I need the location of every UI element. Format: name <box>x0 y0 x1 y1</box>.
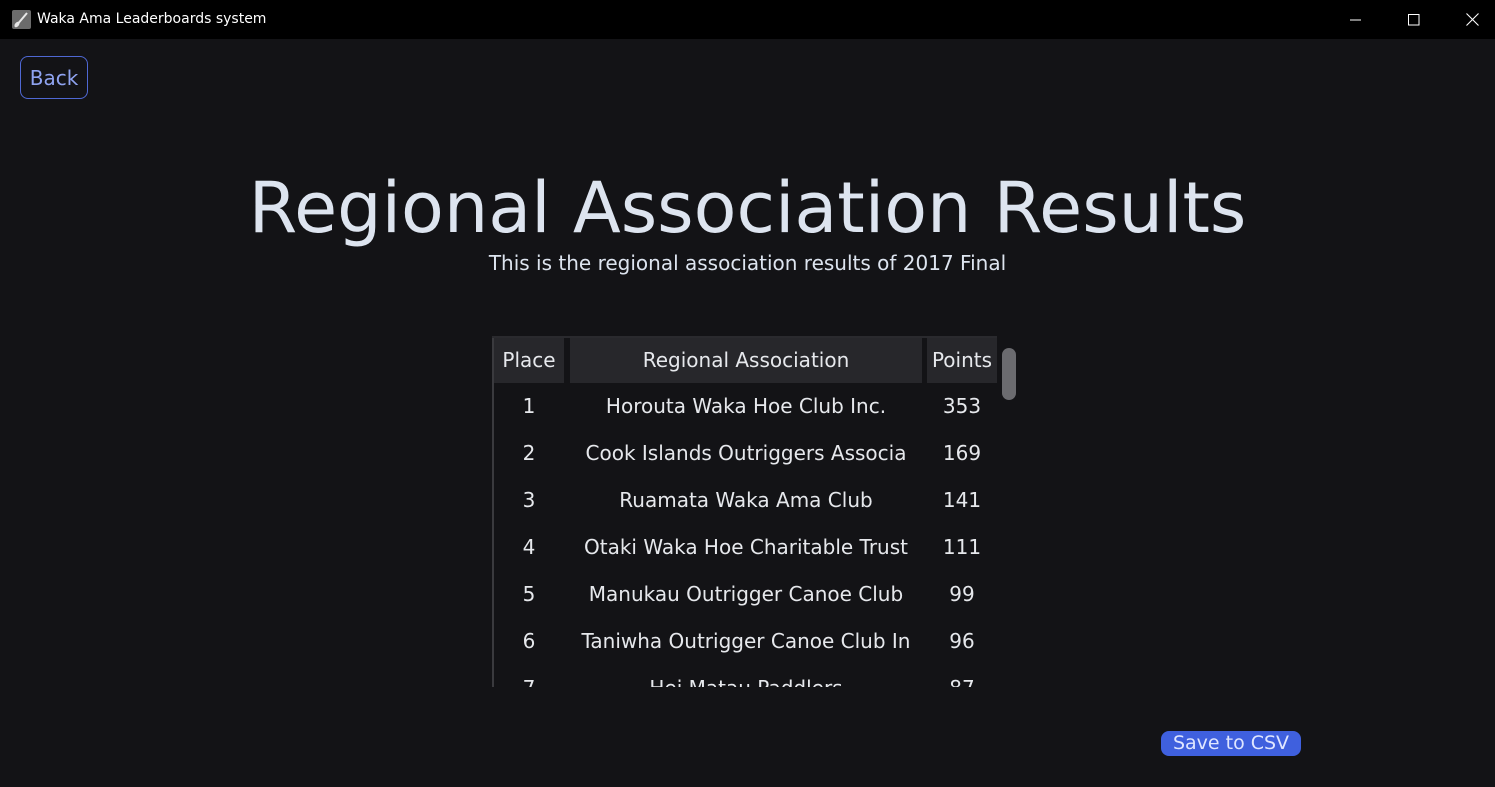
maximize-icon <box>1408 13 1420 25</box>
cell-place: 3 <box>522 488 536 512</box>
cell-association: Taniwha Outrigger Canoe Club In <box>581 629 911 653</box>
table-row[interactable]: 2 Cook Islands Outriggers Associa 169 <box>494 430 998 477</box>
save-to-csv-button[interactable]: Save to CSV <box>1161 731 1301 756</box>
title-bar[interactable]: Waka Ama Leaderboards system <box>0 0 1495 39</box>
cell-points: 99 <box>949 582 975 606</box>
cell-place: 2 <box>522 441 536 465</box>
cell-association: Cook Islands Outriggers Associa <box>585 441 907 465</box>
app-window: Waka Ama Leaderboards system Back Region… <box>0 0 1495 787</box>
cell-place: 6 <box>522 629 536 653</box>
cell-points: 169 <box>942 441 982 465</box>
window-title: Waka Ama Leaderboards system <box>37 11 267 27</box>
cell-points: 87 <box>927 665 997 687</box>
cell-points: 141 <box>942 488 982 512</box>
page-subtitle: This is the regional association results… <box>488 251 1007 275</box>
cell-association: Otaki Waka Hoe Charitable Trust <box>584 535 908 559</box>
cell-points: 111 <box>942 535 982 559</box>
cell-association: Ruamata Waka Ama Club <box>619 488 873 512</box>
table-row[interactable]: 3 Ruamata Waka Ama Club 141 <box>494 477 998 524</box>
cell-association: Manukau Outrigger Canoe Club <box>588 582 904 606</box>
table-row[interactable]: 5 Manukau Outrigger Canoe Club 99 <box>494 571 998 618</box>
cell-points: 96 <box>949 629 975 653</box>
cell-place: 4 <box>522 535 536 559</box>
back-button[interactable]: Back <box>20 56 88 99</box>
page-title: Regional Association Results <box>248 167 1247 249</box>
cell-points: 353 <box>942 394 982 418</box>
results-table[interactable]: Place Regional Association Points 1 Horo… <box>492 336 1017 687</box>
table-row[interactable]: 7 Hei Matau Paddlers 87 <box>494 665 998 687</box>
column-header-place[interactable]: Place <box>494 338 564 383</box>
column-header-points[interactable]: Points <box>927 338 997 383</box>
column-header-regional-association[interactable]: Regional Association <box>570 338 922 383</box>
minimize-icon <box>1350 19 1361 20</box>
table-row[interactable]: 1 Horouta Waka Hoe Club Inc. 353 <box>494 383 998 430</box>
table-header: Place Regional Association Points <box>494 338 998 383</box>
close-button[interactable] <box>1443 0 1495 39</box>
paddle-app-icon <box>12 10 31 29</box>
cell-place: 5 <box>522 582 536 606</box>
cell-place: 7 <box>494 665 564 687</box>
table-row[interactable]: 4 Otaki Waka Hoe Charitable Trust 111 <box>494 524 998 571</box>
maximize-button[interactable] <box>1385 0 1443 39</box>
minimize-button[interactable] <box>1327 0 1385 39</box>
table-row[interactable]: 6 Taniwha Outrigger Canoe Club In 96 <box>494 618 998 665</box>
table-scrollbar[interactable] <box>1002 348 1016 400</box>
cell-association: Horouta Waka Hoe Club Inc. <box>605 394 887 418</box>
cell-association: Hei Matau Paddlers <box>570 665 922 687</box>
cell-place: 1 <box>522 394 536 418</box>
close-icon <box>1465 13 1479 26</box>
table-body: 1 Horouta Waka Hoe Club Inc. 353 2 Cook … <box>494 383 998 687</box>
